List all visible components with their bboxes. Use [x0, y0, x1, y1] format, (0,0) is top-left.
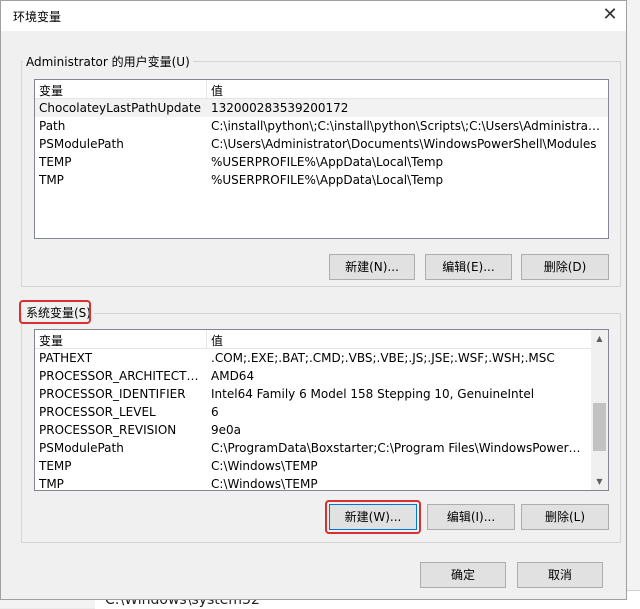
system-new-button-highlight	[325, 500, 421, 534]
table-row[interactable]: TEMP %USERPROFILE%\AppData\Local\Temp	[35, 153, 608, 171]
variable-value: 6	[211, 405, 219, 419]
user-vars-column-name[interactable]: 变量	[39, 82, 63, 99]
user-vars-group-label: Administrator 的用户变量(U)	[23, 53, 193, 70]
variable-name: Path	[39, 119, 66, 133]
cancel-button[interactable]: 取消	[517, 562, 603, 588]
variable-value: 9e0a	[211, 423, 242, 437]
variable-value: C:\ProgramData\Boxstarter;C:\Program Fil…	[211, 441, 586, 455]
variable-value: AMD64	[211, 369, 255, 383]
variable-value: Intel64 Family 6 Model 158 Stepping 10, …	[211, 387, 535, 401]
variable-value: C:\Users\Administrator\Documents\Windows…	[211, 137, 597, 151]
variable-name: PSModulePath	[39, 137, 124, 151]
variable-name: TEMP	[39, 155, 72, 169]
environment-variables-dialog: 环境变量 ✕ Administrator 的用户变量(U) 变量 值 Choco…	[0, 0, 627, 600]
system-vars-list[interactable]: 变量 值 PATHEXT .COM;.EXE;.BAT;.CMD;.VBS;.VB…	[34, 329, 609, 491]
user-vars-header: 变量 值	[35, 80, 608, 99]
table-row[interactable]: TMP %USERPROFILE%\AppData\Local\Temp	[35, 171, 608, 189]
user-vars-column-value[interactable]: 值	[211, 82, 223, 99]
title-bar: 环境变量 ✕	[1, 1, 626, 31]
variable-value: 132000283539200172	[211, 101, 349, 115]
variable-name: PSModulePath	[39, 441, 124, 455]
table-row[interactable]: PROCESSOR_LEVEL 6	[35, 403, 608, 421]
system-delete-button[interactable]: 删除(L)	[521, 504, 609, 530]
variable-name: ChocolateyLastPathUpdate	[39, 101, 201, 115]
user-vars-list[interactable]: 变量 值 ChocolateyLastPathUpdate 13200028353…	[34, 79, 609, 239]
variable-value: C:\Windows\TEMP	[211, 459, 318, 473]
variable-value: %USERPROFILE%\AppData\Local\Temp	[211, 173, 444, 187]
variable-name: PATHEXT	[39, 351, 93, 365]
table-row[interactable]: Path C:\install\python\;C:\install\python…	[35, 117, 608, 135]
variable-value: .COM;.EXE;.BAT;.CMD;.VBS;.VBE;.JS;.JSE;.…	[211, 351, 555, 365]
table-row[interactable]: PROCESSOR_ARCHITECTURE AMD64	[35, 367, 608, 385]
variable-name: TMP	[39, 173, 64, 187]
user-delete-button[interactable]: 删除(D)	[521, 254, 609, 280]
system-edit-button[interactable]: 编辑(I)...	[427, 504, 515, 530]
variable-name: TEMP	[39, 459, 72, 473]
table-row[interactable]: PSModulePath C:\ProgramData\Boxstarter;C:…	[35, 439, 608, 457]
scroll-up-icon[interactable]: ▲	[591, 330, 608, 347]
system-vars-header: 变量 值	[35, 330, 608, 349]
table-row[interactable]: ChocolateyLastPathUpdate 1320002835392001…	[35, 99, 608, 117]
table-row[interactable]: PATHEXT .COM;.EXE;.BAT;.CMD;.VBS;.VBE;.JS…	[35, 349, 608, 367]
variable-value: %USERPROFILE%\AppData\Local\Temp	[211, 155, 444, 169]
table-row[interactable]: TEMP C:\Windows\TEMP	[35, 457, 608, 475]
variable-name: PROCESSOR_IDENTIFIER	[39, 387, 186, 401]
user-edit-button[interactable]: 编辑(E)...	[425, 254, 512, 280]
variable-name: TMP	[39, 477, 64, 491]
variable-name: PROCESSOR_LEVEL	[39, 405, 156, 419]
variable-name: PROCESSOR_REVISION	[39, 423, 177, 437]
table-row[interactable]: PROCESSOR_REVISION 9e0a	[35, 421, 608, 439]
variable-name: PROCESSOR_ARCHITECTURE	[39, 369, 205, 383]
ok-button[interactable]: 确定	[420, 562, 506, 588]
window-title: 环境变量	[13, 10, 62, 24]
system-vars-column-value[interactable]: 值	[211, 332, 223, 349]
table-row[interactable]: PSModulePath C:\Users\Administrator\Docum…	[35, 135, 608, 153]
user-new-button[interactable]: 新建(N)...	[329, 254, 415, 280]
scroll-thumb[interactable]	[593, 403, 606, 451]
system-vars-column-name[interactable]: 变量	[39, 332, 63, 349]
close-icon[interactable]: ✕	[600, 5, 620, 25]
variable-value: C:\Windows\TEMP	[211, 477, 318, 491]
system-vars-label-highlight	[19, 300, 91, 324]
table-row[interactable]: PROCESSOR_IDENTIFIER Intel64 Family 6 Mod…	[35, 385, 608, 403]
scroll-down-icon[interactable]: ▼	[591, 473, 608, 490]
system-vars-scrollbar[interactable]: ▲ ▼	[591, 330, 608, 490]
table-row[interactable]: TMP C:\Windows\TEMP	[35, 475, 608, 491]
variable-value: C:\install\python\;C:\install\python\Scr…	[211, 119, 603, 133]
